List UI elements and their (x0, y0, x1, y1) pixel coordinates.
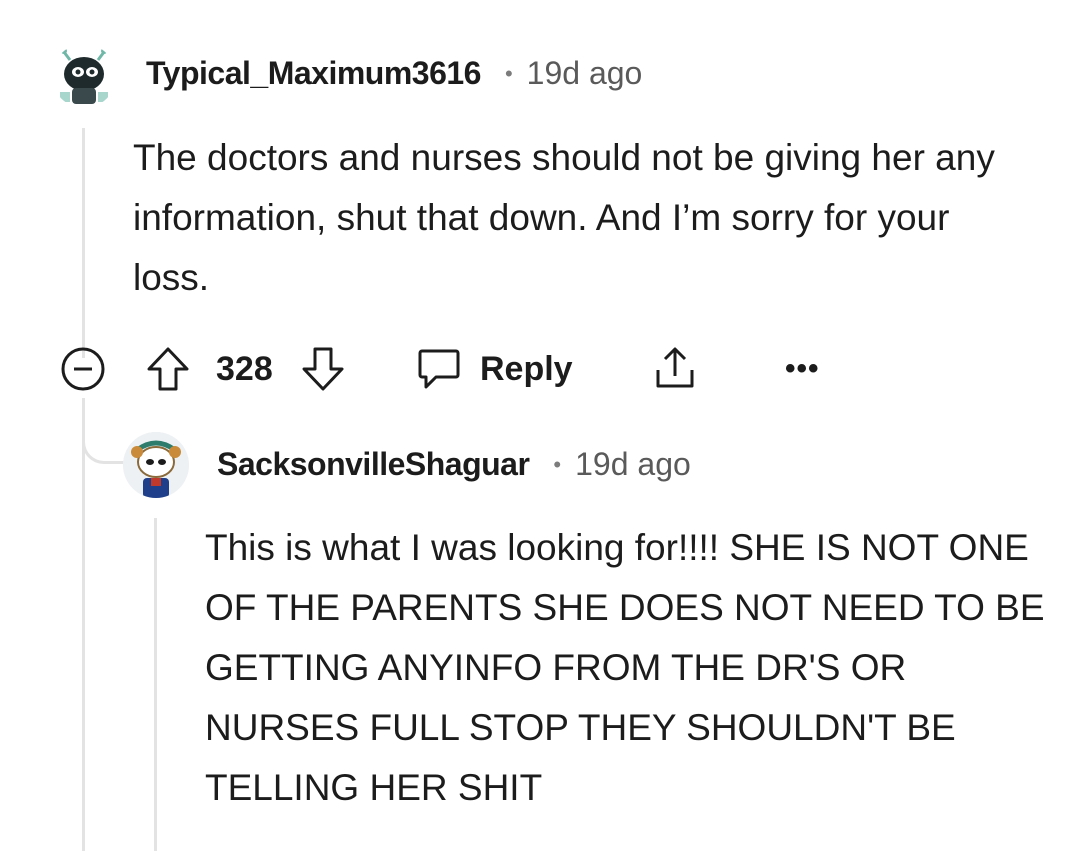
reply-header: SacksonvilleShaguar • 19d ago (217, 446, 691, 483)
reply-icon (418, 349, 460, 389)
upvote-icon (147, 347, 189, 391)
snoo-avatar-icon (123, 432, 189, 498)
more-icon: ••• (785, 352, 820, 385)
share-icon (656, 347, 694, 388)
thread-line[interactable] (82, 128, 85, 358)
reply-thread-line[interactable] (154, 518, 157, 851)
downvote-button[interactable] (300, 343, 346, 395)
comment-username[interactable]: Typical_Maximum3616 (146, 55, 481, 92)
reply-avatar[interactable] (123, 432, 189, 498)
more-options-button[interactable]: ••• (785, 343, 820, 395)
collapse-icon (61, 347, 105, 391)
reply-label: Reply (480, 349, 573, 388)
comment-thread: Typical_Maximum3616 • 19d ago The doctor… (0, 0, 1080, 851)
comment-body: The doctors and nurses should not be giv… (133, 137, 995, 298)
comment-action-bar: 328 Reply ••• (60, 343, 860, 395)
reply-timestamp: 19d ago (575, 446, 691, 482)
share-button[interactable] (650, 343, 700, 395)
thread-line[interactable] (82, 398, 85, 851)
thread-branch-line (82, 398, 124, 464)
collapse-button[interactable] (60, 343, 106, 395)
downvote-icon (302, 347, 344, 391)
separator-dot: • (504, 60, 513, 86)
comment-timestamp: 19d ago (526, 55, 643, 91)
reply-body: This is what I was looking for!!!! SHE I… (205, 527, 1045, 808)
snoo-avatar-icon (52, 44, 116, 108)
separator-dot: • (553, 451, 562, 477)
reply-username[interactable]: SacksonvilleShaguar (217, 446, 530, 483)
reply-button[interactable]: Reply (416, 343, 573, 395)
upvote-button[interactable] (145, 343, 191, 395)
comment-header: Typical_Maximum3616 • 19d ago (146, 55, 642, 92)
vote-score: 328 (216, 349, 273, 388)
avatar[interactable] (52, 44, 116, 108)
